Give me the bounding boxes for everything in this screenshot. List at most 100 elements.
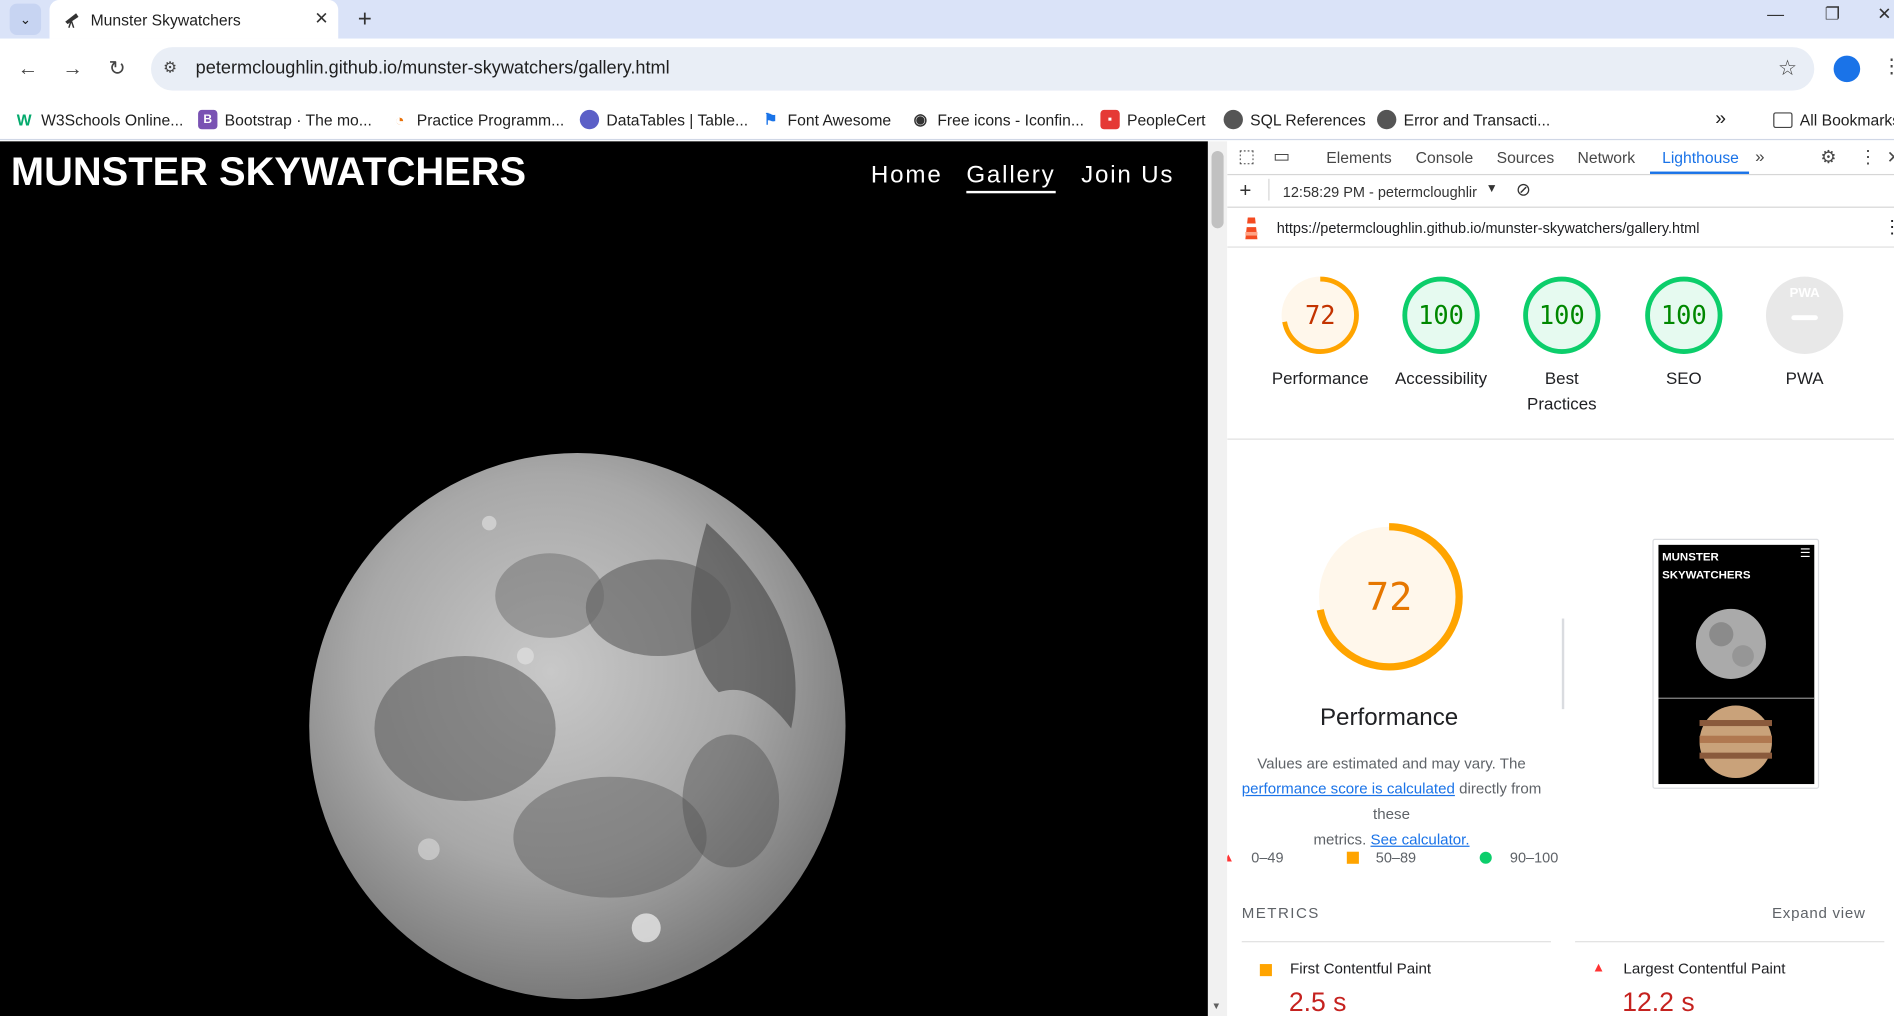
gauge-label: PWA bbox=[1785, 368, 1824, 388]
bookmark-item[interactable]: ◔ Practice Programm... bbox=[390, 106, 564, 133]
browser-tab[interactable]: Munster Skywatchers ✕ bbox=[49, 0, 339, 39]
close-icon[interactable]: ✕ bbox=[314, 8, 328, 29]
bookmark-star-icon[interactable]: ☆ bbox=[1778, 56, 1797, 81]
clear-reports-icon[interactable]: ⊘ bbox=[1516, 179, 1531, 201]
fail-triangle-icon: ▲ bbox=[1592, 960, 1606, 975]
metric-rule bbox=[1575, 941, 1885, 943]
report-dropdown-icon[interactable]: ▼ bbox=[1486, 182, 1498, 195]
gauge-accessibility[interactable]: 100 Accessibility bbox=[1381, 272, 1502, 392]
close-devtools-icon[interactable]: ✕ bbox=[1887, 147, 1894, 168]
new-report-icon[interactable]: + bbox=[1239, 179, 1251, 203]
lighthouse-icon bbox=[1242, 215, 1261, 245]
pwa-badge: PWA bbox=[1744, 272, 1865, 359]
bookmark-item[interactable]: B Bootstrap · The mo... bbox=[198, 106, 372, 133]
gauge-best-practices[interactable]: 100 Best Practices bbox=[1501, 272, 1622, 417]
gauge-label: Performance bbox=[1271, 368, 1369, 388]
average-square-icon bbox=[1259, 964, 1272, 977]
performance-description: Values are estimated and may vary. The p… bbox=[1241, 755, 1542, 849]
expand-view-button[interactable]: Expand view bbox=[1772, 905, 1866, 922]
gauge-label: Best Practices bbox=[1527, 368, 1597, 414]
site-logo[interactable]: MUNSTER SKYWATCHERS bbox=[11, 149, 526, 195]
folder-icon bbox=[1773, 111, 1793, 128]
nav-gallery-link[interactable]: Gallery bbox=[966, 162, 1056, 194]
bookmark-item[interactable]: Error and Transacti... bbox=[1377, 106, 1550, 133]
vertical-divider bbox=[1561, 618, 1565, 710]
metric-fcp-value: 2.5 s bbox=[1288, 987, 1347, 1016]
pwa-dash bbox=[1791, 315, 1818, 321]
bookmark-item[interactable]: ▪ PeopleCert bbox=[1100, 106, 1206, 133]
flag-icon: ⚑ bbox=[760, 109, 781, 130]
bookmarks-bar: W W3Schools Online... B Bootstrap · The mo… bbox=[0, 99, 1894, 141]
moon-image bbox=[308, 451, 847, 1002]
performance-title: Performance bbox=[1319, 704, 1459, 731]
triangle-icon: ▲ bbox=[1227, 851, 1234, 864]
section-divider bbox=[1227, 438, 1894, 440]
gauge-score: 100 bbox=[1538, 300, 1585, 330]
devtools-menu-icon[interactable]: ⋮ bbox=[1859, 146, 1877, 168]
report-menu-icon[interactable]: ⋮ bbox=[1883, 216, 1894, 238]
scroll-down-icon[interactable]: ▼ bbox=[1212, 1000, 1222, 1011]
legend-pass: 90–100 bbox=[1479, 849, 1558, 866]
w3schools-icon: W bbox=[14, 109, 34, 130]
more-tabs-icon[interactable]: » bbox=[1755, 146, 1764, 165]
performance-big-gauge: 72 bbox=[1312, 519, 1467, 674]
browser-menu-icon[interactable]: ⋮ bbox=[1882, 54, 1894, 78]
gauge-score: 72 bbox=[1304, 300, 1336, 330]
back-button[interactable]: ← bbox=[13, 54, 42, 83]
tab-network[interactable]: Network bbox=[1578, 149, 1636, 167]
gauge-performance[interactable]: 72 Performance bbox=[1260, 272, 1381, 392]
tab-console[interactable]: Console bbox=[1416, 149, 1474, 167]
new-tab-button[interactable]: + bbox=[350, 5, 379, 34]
nav-join-link[interactable]: Join Us bbox=[1081, 162, 1174, 190]
gauge-seo[interactable]: 100 SEO bbox=[1623, 272, 1744, 392]
bookmark-item[interactable]: SQL References bbox=[1223, 106, 1366, 133]
address-bar[interactable]: ⚙ petermcloughlin.github.io/munster-skyw… bbox=[150, 47, 1815, 91]
settings-gear-icon[interactable]: ⚙ bbox=[1820, 146, 1836, 168]
circle-icon bbox=[1479, 851, 1492, 864]
restore-button[interactable]: ❐ bbox=[1808, 4, 1856, 25]
legend-average: 50–89 bbox=[1346, 849, 1416, 866]
bookmark-item[interactable]: W W3Schools Online... bbox=[14, 106, 183, 133]
gauge-pwa[interactable]: PWA PWA bbox=[1744, 272, 1865, 392]
site-info-icon[interactable]: ⚙ bbox=[163, 58, 177, 77]
close-window-button[interactable]: ✕ bbox=[1860, 4, 1894, 25]
nav-home-link[interactable]: Home bbox=[871, 162, 943, 190]
score-calculated-link[interactable]: performance score is calculated bbox=[1242, 780, 1455, 797]
gauge-score: 100 bbox=[1660, 300, 1707, 330]
gauge-label: SEO bbox=[1665, 368, 1702, 388]
metrics-heading: METRICS bbox=[1241, 904, 1320, 922]
devtools-panel: ⬚ ▭ Elements Console Sources Network Lig… bbox=[1227, 141, 1894, 1016]
bookmarks-overflow-button[interactable]: » bbox=[1715, 106, 1726, 133]
website-viewport: MUNSTER SKYWATCHERS Home Gallery Join Us bbox=[0, 141, 1208, 1016]
gauge-score: 100 bbox=[1418, 300, 1464, 330]
metric-lcp-value: 12.2 s bbox=[1622, 987, 1695, 1016]
device-toolbar-icon[interactable]: ▭ bbox=[1273, 145, 1290, 167]
bookmark-item[interactable]: ◉ Free icons - Iconfin... bbox=[910, 106, 1084, 133]
tab-lighthouse[interactable]: Lighthouse bbox=[1662, 149, 1739, 167]
minimize-button[interactable]: — bbox=[1751, 4, 1799, 23]
performance-big-score: 72 bbox=[1365, 573, 1413, 620]
chevron-down-icon: ⌄ bbox=[19, 12, 31, 28]
report-url[interactable]: https://petermcloughlin.github.io/munste… bbox=[1277, 220, 1700, 237]
tab-search-button[interactable]: ⌄ bbox=[9, 3, 42, 36]
all-bookmarks-button[interactable]: All Bookmarks bbox=[1773, 106, 1894, 133]
pwa-badge-text: PWA bbox=[1789, 286, 1820, 301]
report-url-bar: https://petermcloughlin.github.io/munste… bbox=[1227, 209, 1894, 248]
report-select[interactable]: 12:58:29 PM - petermcloughlir bbox=[1283, 184, 1477, 201]
iconfinder-icon: ◉ bbox=[910, 109, 931, 130]
bookmark-item[interactable]: ⚑ Font Awesome bbox=[760, 106, 891, 133]
tab-sources[interactable]: Sources bbox=[1497, 149, 1555, 167]
reload-button[interactable]: ↻ bbox=[103, 54, 132, 83]
gauge-label: Accessibility bbox=[1394, 368, 1488, 388]
bookmark-item[interactable]: DataTables | Table... bbox=[579, 106, 748, 133]
tab-elements[interactable]: Elements bbox=[1326, 149, 1391, 167]
scrollbar-thumb[interactable] bbox=[1211, 151, 1224, 229]
tab-title: Munster Skywatchers bbox=[90, 10, 241, 29]
page-scrollbar[interactable]: ▼ bbox=[1207, 141, 1228, 1016]
page-screenshot-thumbnail[interactable]: MUNSTER SKYWATCHERS ☰ bbox=[1652, 538, 1820, 789]
toolbar-divider bbox=[1268, 178, 1270, 201]
forward-button[interactable]: → bbox=[58, 54, 87, 83]
see-calculator-link[interactable]: See calculator. bbox=[1371, 831, 1470, 848]
inspect-element-icon[interactable]: ⬚ bbox=[1238, 145, 1255, 167]
profile-avatar[interactable] bbox=[1833, 55, 1861, 83]
